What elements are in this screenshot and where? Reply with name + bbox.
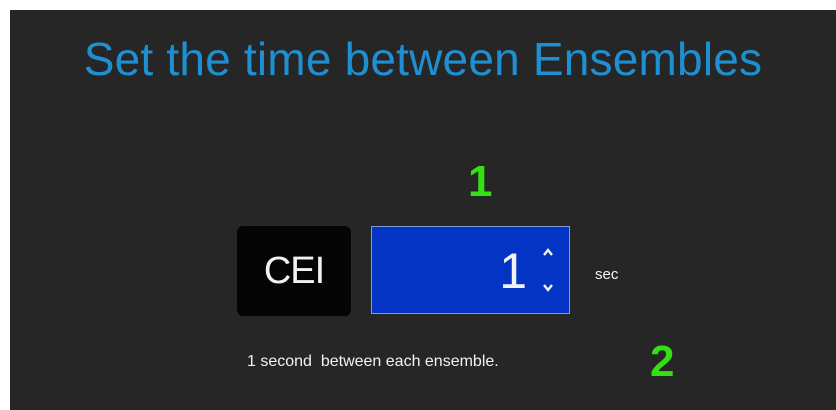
cei-settings-panel: Set the time between Ensembles 1 CEI 1 s… [10,10,836,410]
arrow-up-icon[interactable] [539,243,557,261]
page-title: Set the time between Ensembles [83,33,763,85]
stepper-value[interactable]: 1 [499,241,527,301]
unit-label: sec [595,266,619,283]
arrow-up-path [543,248,553,256]
arrow-down-path [543,284,553,292]
callout-number-2: 2 [650,337,675,386]
callout-number-1: 1 [468,157,493,206]
cei-label: CEI [237,226,351,316]
cei-seconds-stepper[interactable]: 1 [371,226,570,314]
cei-description: 1 second between each ensemble. [247,353,499,370]
arrow-down-icon[interactable] [539,279,557,297]
